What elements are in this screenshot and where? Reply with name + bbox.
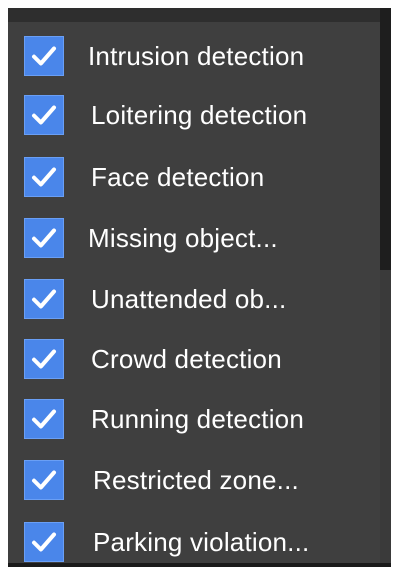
checkbox[interactable]	[24, 460, 64, 500]
item-label: Intrusion detection	[88, 40, 305, 71]
checkbox[interactable]	[24, 36, 64, 76]
list-item-crowd-detection[interactable]: Crowd detection	[8, 331, 380, 387]
list-item-unattended-object[interactable]: Unattended ob...	[8, 271, 380, 327]
list-item-restricted-zone[interactable]: Restricted zone...	[8, 452, 380, 508]
check-icon	[32, 228, 56, 248]
list-item-intrusion-detection[interactable]: Intrusion detection	[8, 28, 380, 84]
check-icon	[32, 167, 56, 187]
checkbox[interactable]	[24, 339, 64, 379]
check-icon	[32, 470, 56, 490]
checkbox[interactable]	[24, 522, 64, 562]
check-icon	[32, 105, 56, 125]
list-item-parking-violation[interactable]: Parking violation...	[8, 514, 380, 563]
checkbox[interactable]	[24, 279, 64, 319]
item-label: Loitering detection	[91, 99, 308, 130]
check-icon	[32, 409, 56, 429]
detection-list: Intrusion detection Loitering detection …	[8, 24, 380, 563]
item-label: Unattended ob...	[91, 283, 287, 314]
list-item-loitering-detection[interactable]: Loitering detection	[8, 87, 380, 143]
check-icon	[32, 46, 56, 66]
item-label: Crowd detection	[91, 343, 282, 374]
item-label: Running detection	[91, 403, 304, 434]
item-label: Restricted zone...	[93, 464, 299, 495]
item-label: Missing object...	[88, 222, 278, 253]
item-label: Face detection	[91, 161, 265, 192]
scrollbar[interactable]	[380, 8, 391, 563]
check-icon	[32, 289, 56, 309]
scrollbar-thumb[interactable]	[380, 270, 391, 563]
list-item-running-detection[interactable]: Running detection	[8, 391, 380, 447]
checkbox[interactable]	[24, 157, 64, 197]
checkbox[interactable]	[24, 218, 64, 258]
item-label: Parking violation...	[93, 526, 310, 557]
check-icon	[32, 349, 56, 369]
list-item-face-detection[interactable]: Face detection	[8, 149, 380, 205]
list-item-missing-object[interactable]: Missing object...	[8, 210, 380, 266]
checkbox[interactable]	[24, 95, 64, 135]
panel-top-edge	[8, 8, 391, 22]
detection-options-panel: Intrusion detection Loitering detection …	[8, 8, 391, 563]
check-icon	[32, 532, 56, 552]
checkbox[interactable]	[24, 399, 64, 439]
panel-bottom-edge	[8, 563, 391, 567]
